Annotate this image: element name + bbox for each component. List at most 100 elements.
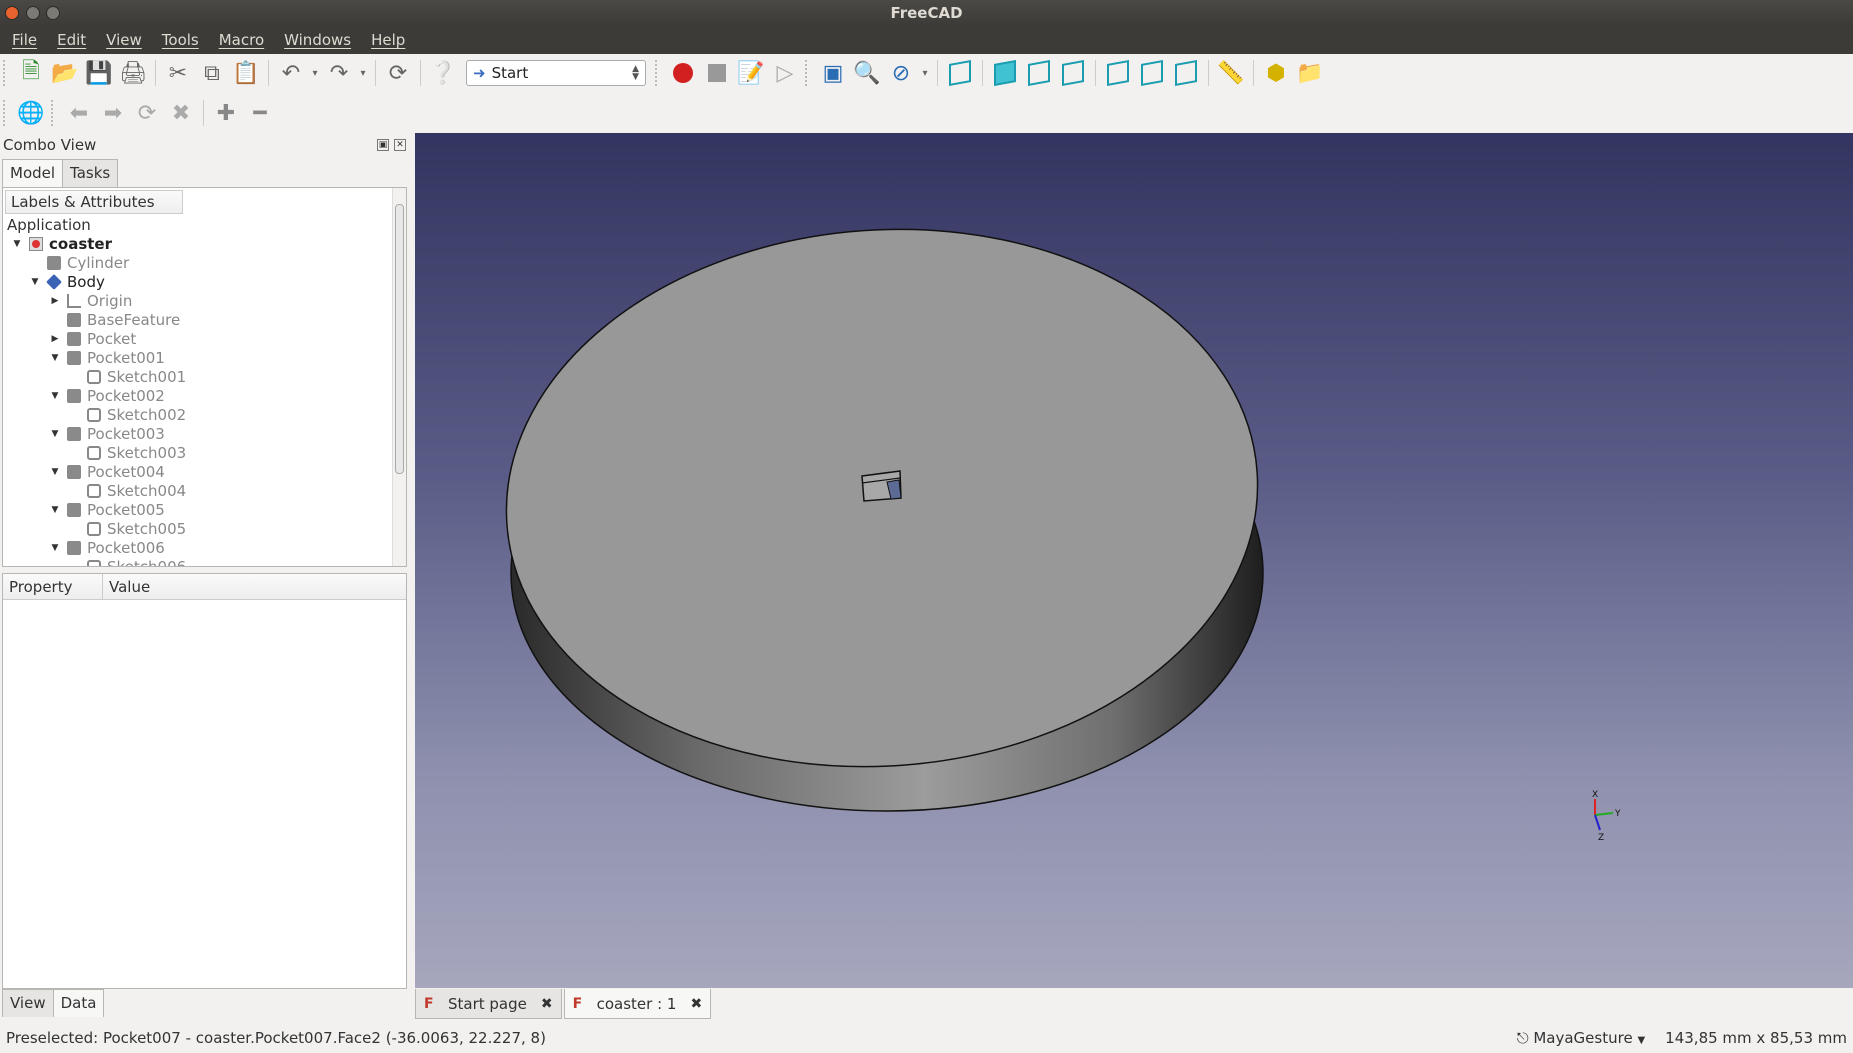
close-tab-icon[interactable]: ✖ (690, 996, 702, 1012)
expanded-arrow-icon[interactable]: ▼ (49, 467, 61, 477)
collapsed-arrow-icon[interactable]: ▶ (49, 334, 61, 344)
scrollbar-thumb[interactable] (395, 204, 404, 474)
macro-record-icon[interactable] (666, 56, 700, 90)
menu-help[interactable]: Help (365, 31, 411, 49)
bottom-view-icon[interactable] (1135, 56, 1169, 90)
tree-item-coaster[interactable]: ▼ coaster (11, 234, 112, 253)
new-document-icon[interactable]: 🗎 (14, 56, 48, 90)
measure-distance-icon[interactable]: 📏 (1214, 56, 1248, 90)
right-view-icon[interactable] (1056, 56, 1090, 90)
minimize-window-button[interactable] (26, 6, 40, 20)
tree-item-pocket006[interactable]: ▼ Pocket006 (49, 538, 165, 557)
tab-start-page[interactable]: F Start page ✖ (415, 989, 562, 1019)
tab-tasks[interactable]: Tasks (62, 159, 119, 187)
undo-icon[interactable]: ↶ (274, 56, 308, 90)
copy-icon[interactable]: ⧉ (195, 56, 229, 90)
tree-header[interactable]: Labels & Attributes (5, 190, 183, 214)
toolbar-grip[interactable] (3, 100, 11, 126)
redo-dropdown-icon[interactable]: ▾ (356, 56, 370, 90)
tree-item-pocket[interactable]: ▶ Pocket (49, 329, 137, 348)
tab-data[interactable]: Data (52, 989, 105, 1017)
expanded-arrow-icon[interactable]: ▼ (11, 239, 23, 249)
macro-edit-icon[interactable]: 📝 (734, 56, 768, 90)
create-group-icon[interactable]: 📁 (1293, 56, 1327, 90)
property-column-header[interactable]: Property (3, 574, 103, 600)
draw-style-icon[interactable]: ⊘ (884, 56, 918, 90)
reload-icon[interactable]: ⟳ (130, 96, 164, 130)
workbench-selector[interactable]: ➜ Start ▲ ▼ (466, 60, 646, 86)
tree-scrollbar[interactable] (392, 188, 406, 566)
tree-item-pocket001[interactable]: ▼ Pocket001 (49, 348, 165, 367)
print-icon[interactable]: 🖨 (116, 56, 150, 90)
tree-item-body[interactable]: ▼ Body (29, 272, 105, 291)
redo-icon[interactable]: ↷ (322, 56, 356, 90)
toolbar-grip[interactable] (3, 60, 11, 86)
tab-coaster[interactable]: F coaster : 1 ✖ (563, 989, 712, 1019)
web-home-icon[interactable]: 🌐 (14, 96, 48, 130)
expanded-arrow-icon[interactable]: ▼ (49, 505, 61, 515)
macro-run-icon[interactable]: ▷ (768, 56, 802, 90)
tree-item-pocket005[interactable]: ▼ Pocket005 (49, 500, 165, 519)
menu-view[interactable]: View (100, 31, 148, 49)
toolbar-grip[interactable] (51, 100, 59, 126)
whats-this-icon[interactable]: ❔ (426, 56, 460, 90)
zoom-out-icon[interactable]: ━ (243, 96, 277, 130)
menu-edit[interactable]: Edit (51, 31, 92, 49)
float-panel-icon[interactable]: ▣ (377, 139, 389, 151)
menu-windows[interactable]: Windows (278, 31, 357, 49)
forward-icon[interactable]: ➡ (96, 96, 130, 130)
menu-file[interactable]: File (6, 31, 43, 49)
cut-icon[interactable]: ✂ (161, 56, 195, 90)
expanded-arrow-icon[interactable]: ▼ (49, 543, 61, 553)
refresh-icon[interactable]: ⟳ (381, 56, 415, 90)
tree-item-sketch003[interactable]: Sketch003 (69, 443, 186, 462)
collapsed-arrow-icon[interactable]: ▶ (49, 296, 61, 306)
create-part-icon[interactable]: ⬢ (1259, 56, 1293, 90)
tab-model[interactable]: Model (2, 159, 64, 187)
front-view-icon[interactable] (988, 56, 1022, 90)
paste-icon[interactable]: 📋 (229, 56, 263, 90)
zoom-in-icon[interactable]: ✚ (209, 96, 243, 130)
fit-all-icon[interactable]: ▣ (816, 56, 850, 90)
tree-item-sketch002[interactable]: Sketch002 (69, 405, 186, 424)
3d-viewport[interactable]: X Y Z (415, 133, 1853, 988)
tree-item-sketch005[interactable]: Sketch005 (69, 519, 186, 538)
tab-view[interactable]: View (2, 989, 54, 1017)
tree-item-sketch006[interactable]: Sketch006 (69, 557, 186, 566)
coaster-model[interactable]: X Y Z (415, 133, 1853, 988)
expanded-arrow-icon[interactable]: ▼ (49, 429, 61, 439)
tree-item-origin[interactable]: ▶ Origin (49, 291, 133, 310)
pocket-feature[interactable] (861, 470, 902, 502)
expanded-arrow-icon[interactable]: ▼ (29, 277, 41, 287)
macro-stop-icon[interactable] (700, 56, 734, 90)
expanded-arrow-icon[interactable]: ▼ (49, 391, 61, 401)
draw-style-dropdown-icon[interactable]: ▾ (918, 56, 932, 90)
tree-item-pocket004[interactable]: ▼ Pocket004 (49, 462, 165, 481)
tree-item-cylinder[interactable]: Cylinder (29, 253, 129, 272)
save-icon[interactable]: 💾 (82, 56, 116, 90)
maximize-window-button[interactable] (46, 6, 60, 20)
left-view-icon[interactable] (1169, 56, 1203, 90)
rear-view-icon[interactable] (1101, 56, 1135, 90)
toolbar-grip[interactable] (805, 60, 813, 86)
menu-tools[interactable]: Tools (156, 31, 205, 49)
navigation-style-selector[interactable]: ⎋ MayaGesture ▼ (1517, 1029, 1645, 1047)
value-column-header[interactable]: Value (103, 574, 406, 600)
back-icon[interactable]: ⬅ (62, 96, 96, 130)
tree-item-pocket003[interactable]: ▼ Pocket003 (49, 424, 165, 443)
undo-dropdown-icon[interactable]: ▾ (308, 56, 322, 90)
fit-selection-icon[interactable]: 🔍 (850, 56, 884, 90)
open-icon[interactable]: 📂 (48, 56, 82, 90)
tree-item-pocket002[interactable]: ▼ Pocket002 (49, 386, 165, 405)
menu-macro[interactable]: Macro (213, 31, 270, 49)
tree-item-basefeature[interactable]: BaseFeature (49, 310, 180, 329)
close-window-button[interactable] (5, 6, 19, 20)
isometric-view-icon[interactable] (943, 56, 977, 90)
close-panel-icon[interactable]: ✕ (394, 139, 406, 151)
toolbar-grip[interactable] (655, 60, 663, 86)
tree-item-sketch001[interactable]: Sketch001 (69, 367, 186, 386)
tree-item-sketch004[interactable]: Sketch004 (69, 481, 186, 500)
expanded-arrow-icon[interactable]: ▼ (49, 353, 61, 363)
close-tab-icon[interactable]: ✖ (541, 996, 553, 1012)
stop-icon[interactable]: ✖ (164, 96, 198, 130)
